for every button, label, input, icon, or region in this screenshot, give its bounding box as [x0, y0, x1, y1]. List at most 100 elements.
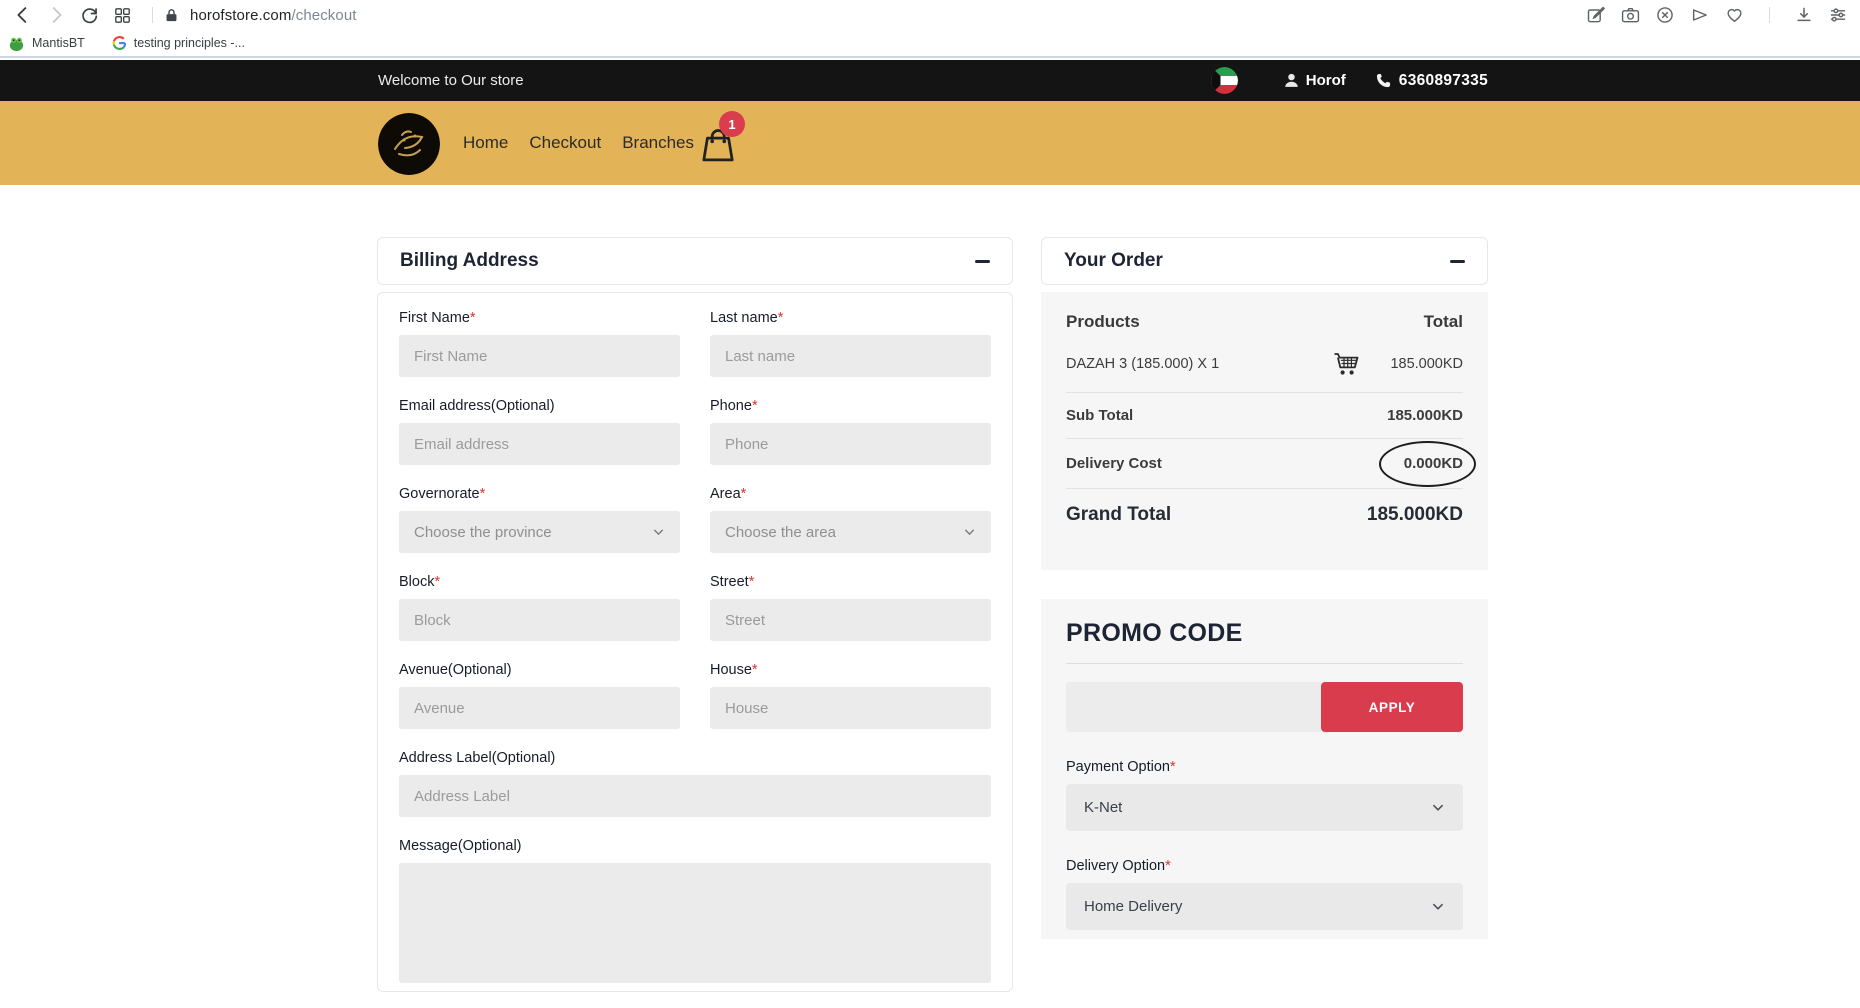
store-logo[interactable] — [378, 113, 440, 175]
tune-icon[interactable] — [1828, 5, 1848, 25]
subtotal-label: Sub Total — [1066, 407, 1133, 424]
order-item-name: DAZAH 3 (185.000) X 1 — [1066, 356, 1333, 372]
google-icon — [111, 35, 127, 51]
account-name: Horof — [1306, 72, 1346, 89]
welcome-text: Welcome to Our store — [378, 60, 524, 101]
bookmark-testing-principles[interactable]: testing principles -... — [111, 35, 245, 51]
billing-address-header: Billing Address — [377, 237, 1013, 285]
field-area: Area* Choose the area — [710, 485, 991, 553]
reload-button[interactable] — [76, 3, 102, 27]
send-icon[interactable] — [1689, 5, 1710, 25]
divider — [1769, 7, 1770, 23]
account-link[interactable]: Horof — [1284, 72, 1346, 89]
products-column-header: Products — [1066, 312, 1140, 332]
payment-option-label: Payment Option* — [1066, 759, 1463, 775]
avenue-input[interactable] — [399, 687, 680, 729]
user-icon — [1284, 73, 1299, 88]
total-column-header: Total — [1424, 312, 1463, 332]
field-block: Block* — [399, 573, 680, 641]
cart-count-badge: 1 — [719, 111, 745, 137]
forward-button[interactable] — [43, 3, 69, 27]
area-select[interactable]: Choose the area — [710, 511, 991, 553]
bookmarks-bar: MantisBT testing principles -... — [0, 30, 1860, 56]
field-street: Street* — [710, 573, 991, 641]
street-input[interactable] — [710, 599, 991, 641]
address-label-input[interactable] — [399, 775, 991, 817]
field-phone: Phone* — [710, 397, 991, 465]
forward-icon — [45, 4, 67, 26]
your-order-title: Your Order — [1064, 250, 1163, 272]
payment-option-select[interactable]: K-Net — [1066, 784, 1463, 831]
bookmark-mantisbt[interactable]: MantisBT — [8, 35, 85, 52]
email-input[interactable] — [399, 423, 680, 465]
grand-total-label: Grand Total — [1066, 504, 1171, 526]
chevron-down-icon — [963, 527, 976, 537]
back-icon — [12, 4, 34, 26]
mantis-icon — [8, 35, 25, 52]
phone-number: 6360897335 — [1399, 72, 1488, 90]
address-bar[interactable]: horofstore.com/checkout — [163, 6, 357, 25]
order-item-row: DAZAH 3 (185.000) X 1 185.000KD — [1066, 346, 1463, 393]
cart-item-icon[interactable] — [1333, 352, 1360, 376]
cart-button[interactable]: 1 — [700, 115, 760, 175]
your-order-header: Your Order — [1041, 237, 1488, 285]
url-text: horofstore.com/checkout — [190, 7, 357, 24]
download-icon[interactable] — [1794, 5, 1814, 25]
heart-icon[interactable] — [1724, 5, 1745, 25]
message-textarea[interactable] — [399, 863, 991, 983]
main-navbar: Home Checkout Branches 1 — [0, 101, 1860, 185]
back-button[interactable] — [10, 3, 36, 27]
phone-icon — [1376, 73, 1391, 88]
first-name-input[interactable] — [399, 335, 680, 377]
nav-item-branches[interactable]: Branches — [622, 133, 694, 153]
grand-total-row: Grand Total 185.000KD — [1066, 489, 1463, 541]
nav-item-home[interactable]: Home — [463, 133, 508, 153]
field-message: Message(Optional) — [399, 837, 991, 988]
promo-code-input[interactable] — [1066, 682, 1321, 732]
field-last-name: Last name* — [710, 309, 991, 377]
edit-page-icon[interactable] — [1586, 5, 1606, 25]
phone-link[interactable]: 6360897335 — [1376, 72, 1488, 90]
house-input[interactable] — [710, 687, 991, 729]
billing-address-form: First Name* Last name* Email address(Opt… — [377, 292, 1013, 992]
apps-grid-button[interactable] — [109, 3, 135, 27]
nav-item-checkout[interactable]: Checkout — [529, 133, 601, 153]
collapse-minus-icon[interactable] — [1450, 260, 1465, 263]
collapse-minus-icon[interactable] — [975, 260, 990, 263]
block-input[interactable] — [399, 599, 680, 641]
billing-address-title: Billing Address — [400, 250, 539, 272]
governorate-select[interactable]: Choose the province — [399, 511, 680, 553]
phone-input[interactable] — [710, 423, 991, 465]
camera-icon[interactable] — [1620, 5, 1641, 25]
last-name-input[interactable] — [710, 335, 991, 377]
shield-x-icon[interactable] — [1655, 5, 1675, 25]
field-email: Email address(Optional) — [399, 397, 680, 465]
delivery-cost-row: Delivery Cost 0.000KD — [1066, 439, 1463, 489]
subtotal-row: Sub Total 185.000KD — [1066, 393, 1463, 439]
subtotal-value: 185.000KD — [1387, 407, 1463, 424]
store-topbar: Welcome to Our store Horof 6360897335 — [0, 60, 1860, 101]
grid-icon — [113, 6, 132, 25]
browser-chrome: horofstore.com/checkout MantisBT testing… — [0, 0, 1860, 58]
field-house: House* — [710, 661, 991, 729]
divider — [1066, 663, 1463, 664]
promo-code-panel: PROMO CODE APPLY Payment Option* K-Net D… — [1041, 599, 1488, 939]
field-avenue: Avenue(Optional) — [399, 661, 680, 729]
field-address-label: Address Label(Optional) — [399, 749, 991, 817]
delivery-option-select[interactable]: Home Delivery — [1066, 883, 1463, 930]
chevron-down-icon — [1431, 802, 1445, 813]
apply-button[interactable]: APPLY — [1321, 682, 1463, 732]
lock-icon — [163, 6, 180, 25]
reload-icon — [79, 5, 100, 26]
chevron-down-icon — [1431, 901, 1445, 912]
delivery-cost-value: 0.000KD — [1404, 455, 1463, 472]
grand-total-value: 185.000KD — [1367, 504, 1463, 526]
order-summary: Products Total DAZAH 3 (185.000) X 1 185… — [1041, 292, 1488, 570]
delivery-cost-label: Delivery Cost — [1066, 455, 1162, 472]
promo-code-title: PROMO CODE — [1066, 619, 1463, 648]
order-item-total: 185.000KD — [1390, 356, 1463, 372]
kuwait-flag-icon[interactable] — [1211, 67, 1238, 94]
field-first-name: First Name* — [399, 309, 680, 377]
divider — [152, 7, 153, 23]
delivery-option-label: Delivery Option* — [1066, 858, 1463, 874]
